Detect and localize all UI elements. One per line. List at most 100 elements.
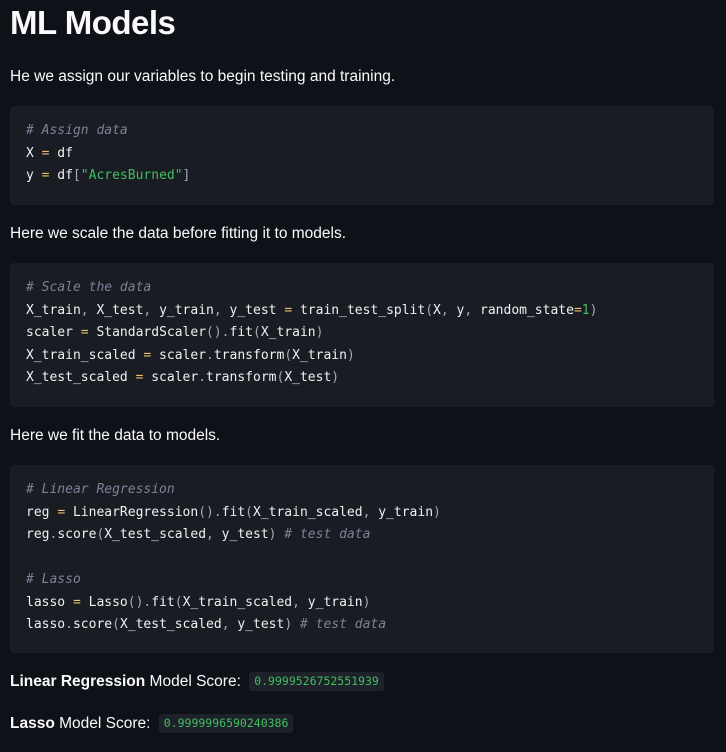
code-token: , xyxy=(464,302,473,318)
code-token: fit xyxy=(151,594,175,610)
code-token: lasso xyxy=(26,594,73,610)
code-token: X_train xyxy=(26,302,81,318)
code-line: X_train, X_test, y_train, y_test = train… xyxy=(26,300,714,323)
code-token: X_test_scaled xyxy=(104,527,207,542)
code-token: df xyxy=(49,168,73,183)
paragraph-assign: He we assign our variables to begin test… xyxy=(10,68,396,85)
code-line: y = df["AcresBurned"] xyxy=(26,165,714,188)
code-token: , xyxy=(221,617,230,632)
code-token: X_test xyxy=(88,302,144,318)
code-comment: # test data xyxy=(292,617,387,632)
code-token: reg xyxy=(26,527,50,542)
code-line: # Linear Regression xyxy=(26,479,714,502)
code-token: ( xyxy=(253,325,261,340)
code-token: = xyxy=(57,504,66,520)
paragraph-scale: Here we scale the data before fitting it… xyxy=(10,225,347,242)
code-block-scale[interactable]: # Scale the data X_train, X_test, y_train… xyxy=(10,263,714,407)
code-token: scaler xyxy=(151,347,207,363)
code-token: X_train xyxy=(260,325,316,340)
code-token: X_test xyxy=(284,370,332,385)
score-label-text: Model Score: xyxy=(145,673,241,690)
code-line: X = df xyxy=(26,143,714,166)
code-block-fit[interactable]: # Linear Regression reg = LinearRegressio… xyxy=(10,465,714,653)
code-line: # Scale the data xyxy=(26,277,714,300)
code-token: . xyxy=(198,370,207,385)
code-token: transform xyxy=(213,347,285,363)
code-line: X_train_scaled = scaler.transform(X_trai… xyxy=(26,345,714,368)
code-token: y_test xyxy=(221,302,285,318)
code-token: X_train_scaled xyxy=(253,504,363,520)
score-label-bold: Linear Regression xyxy=(10,673,146,690)
paragraph-fit: Here we fit the data to models. xyxy=(10,427,221,444)
code-line: scaler = StandardScaler().fit(X_train) xyxy=(26,322,714,345)
code-token: . xyxy=(206,347,214,363)
code-token: y_test xyxy=(213,527,269,542)
code-token: X xyxy=(26,145,42,161)
code-token: train_test_split xyxy=(292,302,426,318)
code-token: Lasso xyxy=(80,594,128,610)
code-token: ) xyxy=(362,594,371,610)
code-comment: # Assign data xyxy=(26,123,128,138)
code-token: score xyxy=(57,527,97,542)
code-token: scaler xyxy=(143,370,199,385)
code-token: , xyxy=(213,302,222,318)
code-token: ) xyxy=(331,370,340,385)
code-token: ) xyxy=(315,325,324,340)
score-label-bold: Lasso xyxy=(10,715,55,732)
code-token: , xyxy=(80,302,89,318)
code-comment: # Linear Regression xyxy=(26,482,175,497)
code-token: score xyxy=(72,617,113,632)
code-token: y xyxy=(26,168,42,183)
code-token: scaler xyxy=(26,325,81,340)
code-token: = xyxy=(284,302,293,318)
code-token: 1 xyxy=(581,302,590,318)
code-token: "AcresBurned" xyxy=(80,168,183,183)
code-token: X xyxy=(433,302,441,318)
code-token: X_train_scaled xyxy=(26,347,144,363)
code-token: LinearRegression xyxy=(65,504,199,520)
code-line: lasso = Lasso().fit(X_train_scaled, y_tr… xyxy=(26,592,714,615)
code-token: ( xyxy=(284,347,293,363)
score-value: 0.9999996590240386 xyxy=(158,714,294,733)
code-block-assign[interactable]: # Assign data X = df y = df["AcresBurned"] xyxy=(10,106,714,205)
code-token: reg xyxy=(26,504,58,520)
code-token: y_train xyxy=(151,302,214,318)
code-token: (). xyxy=(206,325,230,340)
code-token: ) xyxy=(589,302,598,318)
code-token: X_train xyxy=(292,347,347,363)
lasso-score: Lasso Model Score: 0.9999996590240386 xyxy=(10,713,294,735)
code-comment: # Lasso xyxy=(26,572,81,587)
page-title: ML Models xyxy=(10,4,176,41)
code-token: , xyxy=(440,302,449,318)
code-token: random_state xyxy=(472,302,574,318)
code-token: fit xyxy=(221,504,246,520)
code-token: , xyxy=(206,527,214,542)
code-comment: # test data xyxy=(276,527,371,542)
code-comment: # Scale the data xyxy=(26,280,152,295)
code-token: ) xyxy=(433,504,441,520)
code-token: = xyxy=(72,594,81,610)
code-token: df xyxy=(49,145,73,161)
code-token: [ xyxy=(72,168,81,183)
code-token: transform xyxy=(206,370,277,385)
code-line: lasso.score(X_test_scaled, y_test) # tes… xyxy=(26,614,714,637)
code-token: = xyxy=(80,325,89,340)
linear-regression-score: Linear Regression Model Score: 0.9999526… xyxy=(10,671,384,693)
code-token: fit xyxy=(229,325,253,340)
code-token: (). xyxy=(198,504,222,520)
code-line: X_test_scaled = scaler.transform(X_test) xyxy=(26,367,714,390)
code-token: ( xyxy=(174,594,183,610)
code-line: # Lasso xyxy=(26,569,714,592)
code-token: ) xyxy=(284,617,293,632)
code-token: X_train_scaled xyxy=(182,594,293,610)
code-token: X_test_scaled xyxy=(119,617,222,632)
code-line: reg = LinearRegression().fit(X_train_sca… xyxy=(26,502,714,525)
code-line: # Assign data xyxy=(26,120,714,143)
code-token: ) xyxy=(346,347,355,363)
code-token: (). xyxy=(127,594,152,610)
code-token: ] xyxy=(182,168,191,183)
code-token: ( xyxy=(112,617,120,632)
code-token: = xyxy=(573,302,582,318)
code-line: reg.score(X_test_scaled, y_test) # test … xyxy=(26,524,714,547)
code-token: ( xyxy=(245,504,253,520)
